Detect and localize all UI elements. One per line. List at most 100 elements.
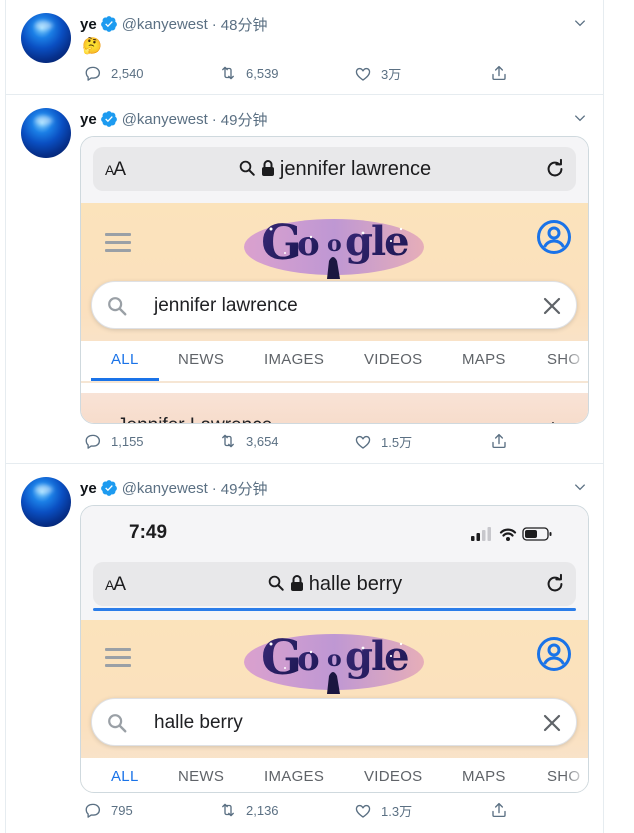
share-button[interactable] bbox=[490, 64, 508, 87]
heart-icon bbox=[355, 435, 371, 449]
reply-button[interactable]: 1,155 bbox=[84, 432, 144, 450]
chevron-down-icon[interactable] bbox=[573, 16, 587, 30]
tab-fade bbox=[564, 758, 588, 792]
retweet-button[interactable]: 6,539 bbox=[219, 64, 279, 82]
avatar[interactable] bbox=[21, 108, 71, 158]
tweet[interactable]: ye @kanyewest · 49分钟 AA jennifer lawrenc… bbox=[6, 95, 603, 464]
svg-text:G: G bbox=[261, 215, 299, 271]
reply-icon bbox=[85, 803, 101, 818]
reply-button[interactable]: 795 bbox=[84, 801, 133, 819]
more-icon: ⋮ bbox=[544, 419, 562, 423]
google-doodle-icon: G o o gle bbox=[244, 215, 424, 279]
timestamp[interactable]: 48分钟 bbox=[221, 14, 268, 35]
address-bar: AA halle berry bbox=[93, 562, 576, 606]
retweet-count: 6,539 bbox=[246, 65, 279, 81]
chevron-down-icon[interactable] bbox=[573, 480, 587, 494]
handle[interactable]: @kanyewest bbox=[122, 111, 208, 128]
reply-count: 795 bbox=[111, 802, 133, 818]
menu-icon bbox=[105, 233, 131, 257]
display-name[interactable]: ye bbox=[80, 16, 97, 33]
tab-news: NEWS bbox=[178, 768, 225, 785]
tweet-header: ye @kanyewest · 49分钟 bbox=[80, 109, 267, 129]
chevron-down-icon[interactable] bbox=[573, 111, 587, 125]
tweet[interactable]: ye @kanyewest · 49分钟 7:49 AA halle berry… bbox=[6, 464, 603, 833]
close-icon bbox=[543, 297, 561, 315]
retweet-icon bbox=[222, 66, 234, 80]
active-tab-indicator bbox=[91, 378, 159, 381]
verified-badge-icon bbox=[100, 16, 117, 32]
like-button[interactable]: 3万 bbox=[354, 64, 401, 83]
tweet-text: 🤔 bbox=[82, 38, 102, 55]
retweet-count: 2,136 bbox=[246, 802, 279, 818]
svg-text:o: o bbox=[327, 231, 342, 257]
google-header: G o o gle halle berry ALL NEWS IMAGES VI… bbox=[81, 620, 588, 792]
svg-text:gle: gle bbox=[345, 633, 408, 680]
retweet-count: 3,654 bbox=[246, 433, 279, 449]
separator-dot: · bbox=[211, 479, 217, 497]
svg-text:G: G bbox=[261, 630, 299, 686]
display-name[interactable]: ye bbox=[80, 111, 97, 128]
tweet-actions: 795 2,136 1.3万 bbox=[80, 801, 520, 823]
address-text: halle berry bbox=[93, 573, 576, 596]
share-icon bbox=[492, 433, 506, 449]
tweet-image[interactable]: 7:49 AA halle berry G o o gle halle berr… bbox=[80, 505, 589, 793]
google-doodle-icon: G o o gle bbox=[244, 630, 424, 694]
like-count: 3万 bbox=[381, 67, 402, 82]
handle[interactable]: @kanyewest bbox=[122, 480, 208, 497]
reload-icon bbox=[547, 158, 563, 177]
reply-button[interactable]: 2,540 bbox=[84, 64, 144, 82]
menu-icon bbox=[105, 648, 131, 672]
retweet-button[interactable]: 2,136 bbox=[219, 801, 279, 819]
like-count: 1.5万 bbox=[381, 435, 413, 450]
share-button[interactable] bbox=[490, 432, 508, 455]
browser-toolbar: AA halle berry bbox=[81, 562, 588, 620]
tab-fade bbox=[564, 341, 588, 381]
display-name[interactable]: ye bbox=[80, 480, 97, 497]
tab-videos: VIDEOS bbox=[364, 768, 423, 785]
like-button[interactable]: 1.3万 bbox=[354, 801, 412, 820]
like-count: 1.3万 bbox=[381, 804, 413, 819]
reply-icon bbox=[85, 434, 101, 449]
reply-count: 2,540 bbox=[111, 65, 144, 81]
tweet-image[interactable]: AA jennifer lawrence G o o gle jennifer … bbox=[80, 136, 589, 424]
timestamp[interactable]: 49分钟 bbox=[221, 478, 268, 499]
close-icon bbox=[543, 714, 561, 732]
retweet-icon bbox=[222, 803, 234, 817]
tweet[interactable]: ye @kanyewest · 48分钟 🤔 2,540 6,539 3万 bbox=[6, 0, 603, 95]
search-icon bbox=[108, 714, 127, 733]
retweet-button[interactable]: 3,654 bbox=[219, 432, 279, 450]
tweet-actions: 1,155 3,654 1.5万 bbox=[80, 432, 520, 454]
google-header: G o o gle jennifer lawrence ALL NEWS IMA… bbox=[81, 203, 588, 383]
tab-maps: MAPS bbox=[462, 768, 506, 785]
page-load-progress bbox=[93, 608, 576, 611]
share-button[interactable] bbox=[490, 801, 508, 824]
like-button[interactable]: 1.5万 bbox=[354, 432, 412, 451]
reply-count: 1,155 bbox=[111, 433, 144, 449]
handle[interactable]: @kanyewest bbox=[122, 16, 208, 33]
separator-dot: · bbox=[211, 110, 217, 128]
address-bar: AA jennifer lawrence bbox=[93, 147, 576, 191]
address-text: jennifer lawrence bbox=[93, 158, 576, 181]
svg-text:gle: gle bbox=[345, 218, 408, 265]
result-title: Jennifer Lawrence bbox=[117, 415, 272, 423]
phone-status-bar: 7:49 bbox=[81, 506, 588, 562]
search-query: jennifer lawrence bbox=[154, 295, 298, 316]
tweet-header: ye @kanyewest · 48分钟 bbox=[80, 14, 267, 34]
svg-text:o: o bbox=[297, 639, 320, 679]
search-icon bbox=[239, 160, 255, 176]
avatar[interactable] bbox=[21, 13, 71, 63]
timestamp[interactable]: 49分钟 bbox=[221, 109, 268, 130]
avatar[interactable] bbox=[21, 477, 71, 527]
svg-text:o: o bbox=[297, 224, 320, 264]
result-preview: Jennifer Lawrence ⋮ bbox=[81, 393, 588, 423]
tab-all: ALL bbox=[111, 768, 139, 785]
status-icons bbox=[471, 527, 552, 541]
search-query: halle berry bbox=[154, 712, 243, 733]
search-box: halle berry bbox=[91, 698, 577, 746]
share-icon bbox=[492, 802, 506, 818]
status-clock: 7:49 bbox=[129, 522, 168, 543]
search-tabs: ALL NEWS IMAGES VIDEOS MAPS SHO bbox=[81, 758, 588, 792]
search-box: jennifer lawrence bbox=[91, 281, 577, 329]
timeline: ye @kanyewest · 48分钟 🤔 2,540 6,539 3万 ye… bbox=[5, 0, 604, 833]
tab-maps: MAPS bbox=[462, 351, 506, 368]
